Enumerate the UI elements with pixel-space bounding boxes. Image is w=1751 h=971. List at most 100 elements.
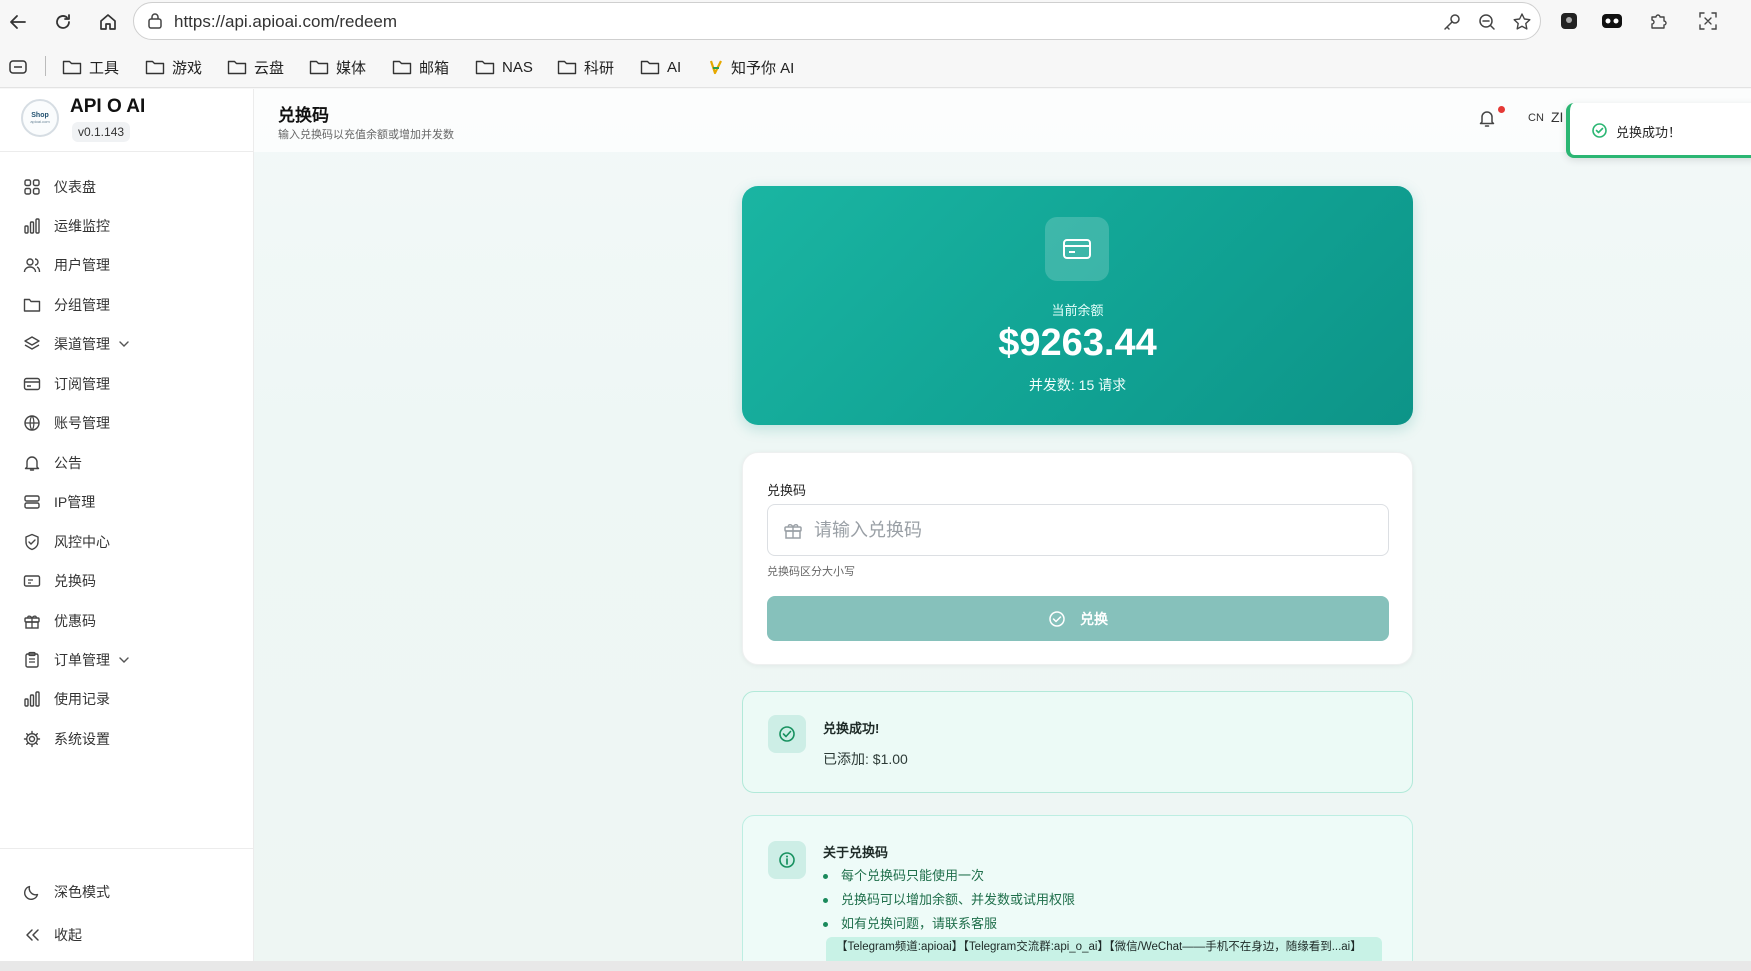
zoom-out-icon[interactable] [1476,11,1498,33]
extensions-puzzle-icon[interactable] [1646,9,1670,33]
bookmark-folder-media[interactable]: 媒体 [309,56,366,78]
sidebar-item-dashboard[interactable]: 仪表盘 [22,172,242,202]
sidebar-item-redeem[interactable]: 兑换码 [22,566,242,596]
sidebar-divider [0,848,254,849]
list-item: 兑换码可以增加余额、并发数或试用权限 [823,891,1383,915]
sidebar-item-label: IP管理 [54,494,96,510]
browser-toolbar: https://api.apioai.com/redeem [0,0,1751,44]
folder-icon [309,60,329,75]
dark-mode-toggle[interactable]: 深色模式 [22,877,242,907]
shield-icon [22,532,42,552]
screenshot-icon[interactable] [1696,9,1720,33]
folder-icon [392,60,412,75]
page-subtitle: 输入兑换码以充值余额或增加并发数 [278,129,454,141]
success-toast: 兑换成功！ [1566,103,1751,158]
bookmark-folder-tools[interactable]: 工具 [62,56,119,78]
gear-icon [22,729,42,749]
clipboard-icon [22,650,42,670]
layers-icon [22,334,42,354]
page-title: 兑换码 [278,106,329,125]
sidebar-item-announcements[interactable]: 公告 [22,448,242,478]
reload-icon[interactable] [48,7,78,37]
success-message: 已添加: $1.00 [823,751,908,767]
language-code[interactable]: CN [1528,112,1544,124]
list-item: 每个兑换码只能使用一次 [823,867,1383,891]
sidebar-item-settings[interactable]: 系统设置 [22,724,242,754]
redeem-code-field[interactable] [767,504,1389,556]
sidebar-item-label: 使用记录 [54,691,110,707]
redeem-button[interactable]: 兑换 [767,596,1389,641]
balance-value: $9263.44 [998,322,1157,364]
bar-chart-icon [22,689,42,709]
collapse-label: 收起 [54,927,82,943]
key-icon[interactable] [1441,11,1463,33]
sidebar-item-coupons[interactable]: 优惠码 [22,606,242,636]
check-circle-icon [1049,610,1065,627]
sidebar-item-orders[interactable]: 订单管理 [22,645,242,675]
notification-bell-icon[interactable] [1478,108,1496,133]
tab-search-icon[interactable] [9,56,27,78]
redeem-form-card: 兑换码 兑换码区分大小写 兑换 [742,452,1413,665]
language-label[interactable]: ZI [1551,109,1563,125]
collapse-sidebar-button[interactable]: 收起 [22,920,242,950]
wallet-icon [1045,217,1109,281]
sidebar-item-risk[interactable]: 风控中心 [22,527,242,557]
sidebar-item-channels[interactable]: 渠道管理 [22,329,242,359]
check-circle-icon [1591,122,1608,144]
sidebar-item-label: 用户管理 [54,257,110,273]
zhiyuni-favicon-icon [709,60,722,75]
info-list: 每个兑换码只能使用一次 兑换码可以增加余额、并发数或试用权限 如有兑换问题，请联… [823,867,1383,939]
brand-name: API O AI [70,96,146,117]
sidebar-item-label: 订单管理 [54,652,110,668]
chevron-down-icon[interactable] [118,654,130,666]
redeem-code-input[interactable] [814,515,1374,545]
folder-icon [22,295,42,315]
address-bar[interactable]: https://api.apioai.com/redeem [133,2,1541,40]
folder-icon [227,60,247,75]
success-title: 兑换成功! [823,721,880,736]
sidebar-item-ip[interactable]: IP管理 [22,487,242,517]
folder-icon [640,60,660,75]
sidebar-item-groups[interactable]: 分组管理 [22,290,242,320]
bottom-edge [0,961,1751,971]
chevron-down-icon[interactable] [118,338,130,350]
page-header: 兑换码 输入兑换码以充值余额或增加并发数 CN ZI [254,89,1751,152]
url-text[interactable]: https://api.apioai.com/redeem [174,12,397,32]
bookmark-folder-ai[interactable]: AI [640,56,681,78]
bookmark-folder-mail[interactable]: 邮箱 [392,56,449,78]
bookmark-zhiyuni-ai[interactable]: 知予你 AI [708,56,794,78]
gift-icon [22,611,42,631]
sidebar-item-accounts[interactable]: 账号管理 [22,408,242,438]
bookmark-folder-games[interactable]: 游戏 [145,56,202,78]
case-sensitive-hint: 兑换码区分大小写 [767,566,855,578]
home-icon[interactable] [93,7,123,37]
folder-icon [557,60,577,75]
gift-icon [783,520,803,545]
sidebar-item-label: 账号管理 [54,415,110,431]
sidebar-item-subscriptions[interactable]: 订阅管理 [22,369,242,399]
site-info-icon[interactable] [146,12,164,35]
extension-profile-icon[interactable] [1557,9,1581,33]
version-badge: v0.1.143 [72,122,131,142]
back-icon[interactable] [3,7,33,37]
bookmark-folder-nas[interactable]: NAS [475,56,533,78]
sidebar-item-label: 渠道管理 [54,336,110,352]
sidebar-item-monitoring[interactable]: 运维监控 [22,211,242,241]
bookmark-folder-cloud[interactable]: 云盘 [227,56,284,78]
bookmark-folder-research[interactable]: 科研 [557,56,614,78]
balance-label: 当前余额 [1051,303,1104,318]
folder-icon [475,60,495,75]
globe-icon [22,413,42,433]
sidebar-item-usage[interactable]: 使用记录 [22,684,242,714]
extension-mask-icon[interactable] [1600,9,1624,33]
sidebar: Shop apioai.com API O AI v0.1.143 仪表盘 运维… [0,89,254,961]
sidebar-item-users[interactable]: 用户管理 [22,250,242,280]
bookmark-star-icon[interactable] [1511,11,1533,33]
logo: Shop apioai.com [21,99,59,137]
bookmark-separator [45,56,46,76]
sidebar-item-label: 兑换码 [54,573,96,589]
moon-icon [22,882,42,902]
dashboard-icon [22,177,42,197]
dark-mode-label: 深色模式 [54,884,110,900]
info-icon [768,841,806,879]
